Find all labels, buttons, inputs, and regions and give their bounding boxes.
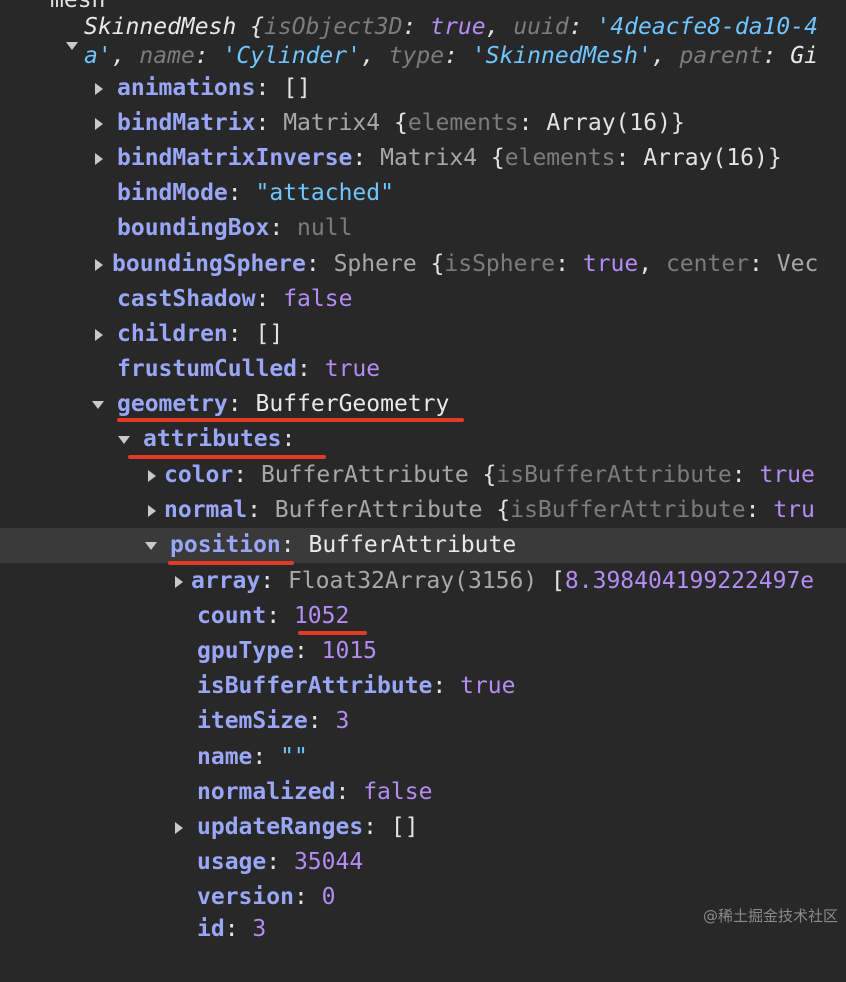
triangle-right-icon[interactable] xyxy=(93,247,105,282)
prop-color: color: BufferAttribute {isBufferAttribut… xyxy=(164,462,815,488)
triangle-right-icon[interactable] xyxy=(93,141,105,176)
triangle-down-icon[interactable] xyxy=(66,28,78,63)
prop-geometry: geometry: BufferGeometry xyxy=(117,391,450,417)
triangle-right-icon[interactable] xyxy=(146,493,158,528)
prop-row-position[interactable]: position: BufferAttribute xyxy=(0,528,516,563)
prop-row-version[interactable]: version: 0 xyxy=(0,880,336,915)
prop-row-gputype[interactable]: gpuType: 1015 xyxy=(0,634,377,669)
prop-row-array[interactable]: array: Float32Array(3156) [8.39840419922… xyxy=(0,564,814,599)
prop-boundingsphere: boundingSphere: Sphere {isSphere: true, … xyxy=(112,251,819,277)
triangle-right-icon[interactable] xyxy=(93,71,105,106)
prop-row-id[interactable]: id: 3 xyxy=(0,912,266,947)
triangle-right-icon[interactable] xyxy=(93,106,105,141)
prop-updateranges: updateRanges: [] xyxy=(197,814,419,840)
prop-bindmatrix: bindMatrix: Matrix4 {elements: Array(16)… xyxy=(117,110,685,136)
prop-normalized: normalized: false xyxy=(197,779,433,805)
prop-row-count[interactable]: count: 1052 xyxy=(0,599,349,634)
prop-row-bindmatrixinverse[interactable]: bindMatrixInverse: Matrix4 {elements: Ar… xyxy=(0,141,782,176)
skinnedmesh-summary-line2: a', name: 'Cylinder', type: 'SkinnedMesh… xyxy=(0,39,818,74)
prop-row-normalized[interactable]: normalized: false xyxy=(0,775,432,810)
prop-itemsize: itemSize: 3 xyxy=(197,708,350,734)
prop-bindmode: bindMode: "attached" xyxy=(117,180,394,206)
prop-row-usage[interactable]: usage: 35044 xyxy=(0,845,363,880)
prop-gputype: gpuType: 1015 xyxy=(197,638,378,664)
watermark: @稀土掘金技术社区 xyxy=(702,907,838,925)
prop-attributes: attributes: xyxy=(143,426,296,452)
prop-isbufferattribute: isBufferAttribute: true xyxy=(197,673,516,699)
prop-array: array: Float32Array(3156) [8.39840419922… xyxy=(191,568,815,594)
prop-id: id: 3 xyxy=(197,916,267,942)
prop-row-frustumculled[interactable]: frustumCulled: true xyxy=(0,352,380,387)
prop-animations: animations: [] xyxy=(117,75,311,101)
prop-boundingbox: boundingBox: null xyxy=(117,215,353,241)
prop-row-geometry[interactable]: geometry: BufferGeometry xyxy=(0,387,449,422)
triangle-right-icon[interactable] xyxy=(173,810,185,845)
prop-bindmatrixinverse: bindMatrixInverse: Matrix4 {elements: Ar… xyxy=(117,145,782,171)
prop-row-color[interactable]: color: BufferAttribute {isBufferAttribut… xyxy=(0,458,815,493)
skinnedmesh-preview-cont: a', name: 'Cylinder', type: 'SkinnedMesh… xyxy=(84,43,818,69)
triangle-down-icon[interactable] xyxy=(118,422,130,457)
prop-row-children[interactable]: children: [] xyxy=(0,317,283,352)
prop-count: count: 1052 xyxy=(197,603,350,629)
prop-frustumculled: frustumCulled: true xyxy=(117,356,381,382)
prop-row-updateranges[interactable]: updateRanges: [] xyxy=(0,810,419,845)
prop-row-normal[interactable]: normal: BufferAttribute {isBufferAttribu… xyxy=(0,493,815,528)
prop-children: children: [] xyxy=(117,321,284,347)
triangle-right-icon[interactable] xyxy=(93,317,105,352)
prop-row-itemsize[interactable]: itemSize: 3 xyxy=(0,704,349,739)
triangle-right-icon[interactable] xyxy=(173,564,185,599)
prop-row-name[interactable]: name: "" xyxy=(0,740,308,775)
prop-row-attributes[interactable]: attributes: xyxy=(0,422,295,457)
triangle-right-icon[interactable] xyxy=(146,458,158,493)
prop-row-bindmatrix[interactable]: bindMatrix: Matrix4 {elements: Array(16)… xyxy=(0,106,685,141)
prop-row-boundingbox[interactable]: boundingBox: null xyxy=(0,211,352,246)
prop-name: name: "" xyxy=(197,744,308,770)
triangle-down-icon[interactable] xyxy=(92,387,104,422)
prop-position: position: BufferAttribute xyxy=(170,532,517,558)
prop-normal: normal: BufferAttribute {isBufferAttribu… xyxy=(164,497,815,523)
prop-row-castshadow[interactable]: castShadow: false xyxy=(0,282,352,317)
prop-row-bindmode[interactable]: bindMode: "attached" xyxy=(0,176,394,211)
prop-version: version: 0 xyxy=(197,884,336,910)
triangle-down-icon[interactable] xyxy=(145,528,157,563)
prop-castshadow: castShadow: false xyxy=(117,286,353,312)
prop-row-isbufferattribute[interactable]: isBufferAttribute: true xyxy=(0,669,516,704)
prop-row-animations[interactable]: animations: [] xyxy=(0,71,311,106)
prop-usage: usage: 35044 xyxy=(197,849,364,875)
prop-row-boundingsphere[interactable]: boundingSphere: Sphere {isSphere: true, … xyxy=(0,247,818,282)
